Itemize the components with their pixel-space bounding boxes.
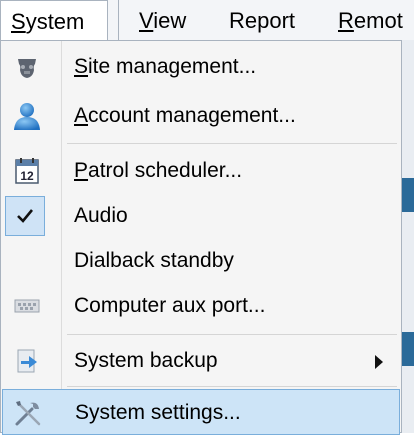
menu-separator (67, 334, 397, 335)
site-management-mnemonic: S (74, 55, 89, 78)
menu-item-patrol-scheduler[interactable]: 12 Patrol scheduler... (1, 148, 401, 194)
background-window-strip (402, 40, 414, 433)
backup-icon (11, 345, 43, 377)
site-management-label: ite management... (88, 55, 257, 78)
menu-remote-label: emot (353, 8, 403, 33)
background-selection-block (402, 332, 414, 366)
menu-item-dialback-standby[interactable]: Dialback standby (1, 238, 401, 284)
patrol-scheduler-mnemonic: P (74, 159, 89, 182)
menubar: System View Report Remot (0, 0, 414, 41)
checked-indicator (5, 196, 45, 236)
patrol-scheduler-label: atrol scheduler... (88, 159, 243, 182)
menu-system[interactable]: System (0, 0, 108, 40)
dialback-standby-label: Dialback standby (74, 249, 234, 272)
calendar-icon-text: 12 (20, 169, 34, 183)
menu-item-account-management[interactable]: Account management... (1, 93, 401, 139)
menu-separator (67, 386, 397, 387)
aux-port-icon (11, 290, 43, 322)
user-icon (11, 100, 43, 132)
menu-system-label: ystem (25, 9, 85, 34)
menu-remote[interactable]: Remot (338, 0, 403, 40)
menu-item-computer-aux-port[interactable]: Computer aux port... (1, 283, 401, 329)
system-dropdown-menu: Site management... Account management... (0, 40, 402, 435)
submenu-arrow-icon (375, 355, 383, 369)
menu-remote-mnemonic: R (338, 8, 354, 33)
calendar-icon: 12 (11, 155, 43, 187)
menu-view[interactable]: View (118, 0, 186, 40)
menu-report-label: Report (229, 8, 296, 33)
checkmark-icon (17, 209, 34, 223)
system-settings-label: System settings... (75, 401, 241, 424)
menu-system-mnemonic: S (11, 9, 26, 34)
menu-view-mnemonic: V (139, 8, 154, 33)
system-backup-label: System backup (74, 349, 218, 372)
menu-separator (67, 143, 397, 144)
menu-view-label: iew (153, 8, 187, 33)
menu-report[interactable]: Report (229, 0, 295, 40)
menu-item-system-backup[interactable]: System backup (1, 338, 401, 384)
background-selection-block (402, 178, 414, 212)
audio-label: Audio (74, 204, 128, 227)
menu-item-audio[interactable]: Audio (1, 193, 401, 239)
site-management-icon (11, 51, 43, 83)
tools-icon (12, 397, 44, 429)
menu-item-system-settings[interactable]: System settings... (2, 389, 400, 435)
menu-item-site-management[interactable]: Site management... (1, 44, 401, 90)
account-management-mnemonic: A (74, 104, 89, 127)
account-management-label: ccount management... (88, 104, 296, 127)
computer-aux-port-label: Computer aux port... (74, 294, 266, 317)
